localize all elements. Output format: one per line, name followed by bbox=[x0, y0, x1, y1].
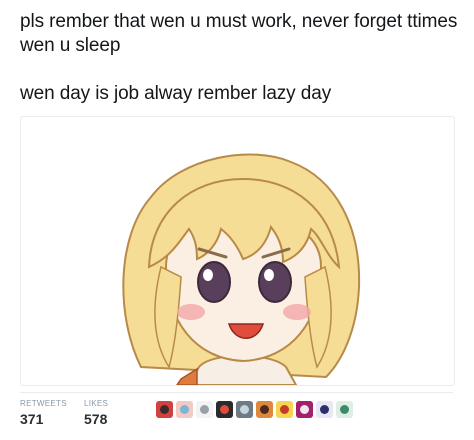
liker-avatar[interactable] bbox=[336, 401, 353, 418]
likes-label: LIKES bbox=[84, 399, 109, 408]
liker-avatar[interactable] bbox=[256, 401, 273, 418]
liker-avatar[interactable] bbox=[236, 401, 253, 418]
liker-avatar[interactable] bbox=[296, 401, 313, 418]
liker-avatar[interactable] bbox=[196, 401, 213, 418]
liker-avatars bbox=[156, 401, 353, 418]
liker-avatar[interactable] bbox=[176, 401, 193, 418]
tweet-line-1: pls rember that wen u must work, never f… bbox=[20, 11, 458, 56]
anime-girl-illustration bbox=[122, 153, 361, 385]
tweet-line-2: wen day is job alway rember lazy day bbox=[20, 83, 332, 104]
liker-avatar[interactable] bbox=[316, 401, 333, 418]
retweets-label: RETWEETS bbox=[20, 399, 67, 408]
tweet-text: pls rember that wen u must work, never f… bbox=[20, 10, 460, 106]
retweets-stat[interactable]: RETWEETS 371 bbox=[20, 399, 67, 427]
liker-avatar[interactable] bbox=[276, 401, 293, 418]
likes-stat[interactable]: LIKES 578 bbox=[84, 399, 108, 427]
liker-avatar[interactable] bbox=[156, 401, 173, 418]
retweets-count: 371 bbox=[20, 411, 44, 427]
liker-avatar[interactable] bbox=[216, 401, 233, 418]
tweet-image[interactable] bbox=[20, 116, 455, 386]
tweet-stats: RETWEETS 371 LIKES 578 bbox=[20, 392, 453, 433]
likes-count: 578 bbox=[84, 411, 108, 427]
